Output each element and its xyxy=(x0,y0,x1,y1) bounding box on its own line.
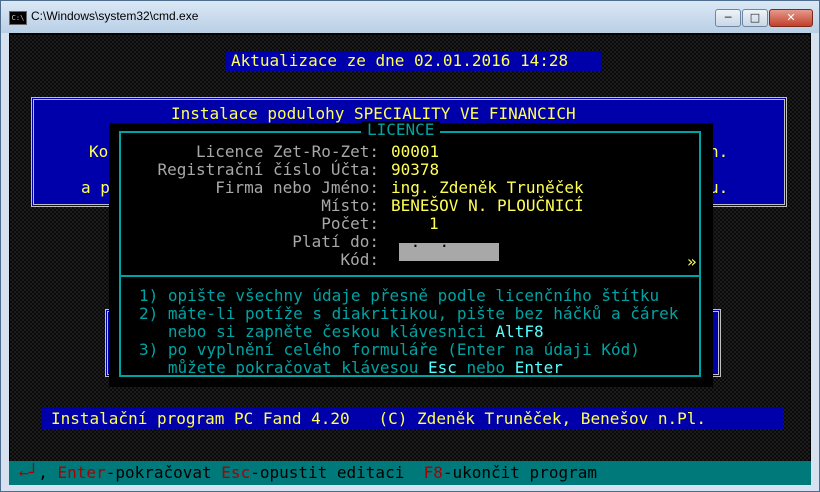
update-banner-text: Aktualizace ze dne 02.01.2016 14:28 xyxy=(231,51,569,70)
instruction-line-5: můžete pokračovat klávesou Esc nebo Ente… xyxy=(139,358,563,377)
field-value-valid-until: . . xyxy=(401,232,450,251)
console-area[interactable]: Aktualizace ze dne 02.01.2016 14:28 Inst… xyxy=(9,33,811,485)
field-value-count[interactable]: 1 xyxy=(429,215,439,233)
status-bar-text: Instalační program PC Fand 4.20 (C) Zden… xyxy=(51,409,707,428)
altf8-key: AltF8 xyxy=(495,322,544,341)
field-label-place: Místo: xyxy=(321,196,379,215)
enter-key[interactable]: Enter xyxy=(58,463,106,482)
window-title: C:\Windows\system32\cmd.exe xyxy=(31,9,199,23)
field-value-company[interactable]: ing. Zdeněk Truněček xyxy=(391,179,584,197)
instruction-line-2: 2) máte-li potíže s diakritikou, pište b… xyxy=(139,304,679,323)
cmd-app-icon: C:\ xyxy=(9,11,27,25)
field-value-registration[interactable]: 90378 xyxy=(391,161,439,179)
esc-key-hint: Esc xyxy=(427,358,457,377)
close-button[interactable]: ✕ xyxy=(769,9,813,27)
enter-key-hint: Enter xyxy=(514,358,563,377)
minimize-button[interactable]: ─ xyxy=(715,9,741,27)
cmd-window: C:\ C:\Windows\system32\cmd.exe ─ □ ✕ Ak… xyxy=(0,0,820,492)
licence-dialog-separator xyxy=(119,275,701,277)
licence-dialog: LICENCE Licence Zet-Ro-Zet: 00001 Regist… xyxy=(109,121,713,387)
maximize-button[interactable]: □ xyxy=(742,9,768,27)
field-label-licence: Licence Zet-Ro-Zet: xyxy=(195,142,379,161)
install-text-left-1: Ko xyxy=(89,142,109,161)
licence-dialog-title: LICENCE xyxy=(361,121,441,139)
instruction-line-3: nebo si zapněte českou klávesnici AltF8 xyxy=(139,322,544,341)
field-value-licence[interactable]: 00001 xyxy=(391,143,439,161)
window-titlebar[interactable]: C:\ C:\Windows\system32\cmd.exe ─ □ ✕ xyxy=(1,1,819,33)
more-indicator-icon: » xyxy=(687,252,697,271)
field-label-valid-until: Platí do: xyxy=(292,232,379,251)
enter-key-icon: ←┘ xyxy=(19,463,39,482)
key-hint-line: ←┘, Enter-pokračovat Esc-opustit editaci… xyxy=(19,463,597,482)
field-label-code: Kód: xyxy=(340,250,379,269)
field-label-registration: Registrační číslo Účta: xyxy=(157,160,379,179)
esc-key[interactable]: Esc xyxy=(221,463,250,482)
field-label-count: Počet: xyxy=(321,214,379,233)
field-label-company: Firma nebo Jméno: xyxy=(215,178,379,197)
install-text-left-2: a p xyxy=(81,178,110,197)
field-value-place[interactable]: BENEŠOV N. PLOUČNICÍ xyxy=(391,197,584,215)
instruction-line-1: 1) opište všechny údaje přesně podle lic… xyxy=(139,286,660,305)
instruction-line-4: 3) po vyplnění celého formuláře (Enter n… xyxy=(139,340,640,359)
f8-key[interactable]: F8 xyxy=(424,463,443,482)
